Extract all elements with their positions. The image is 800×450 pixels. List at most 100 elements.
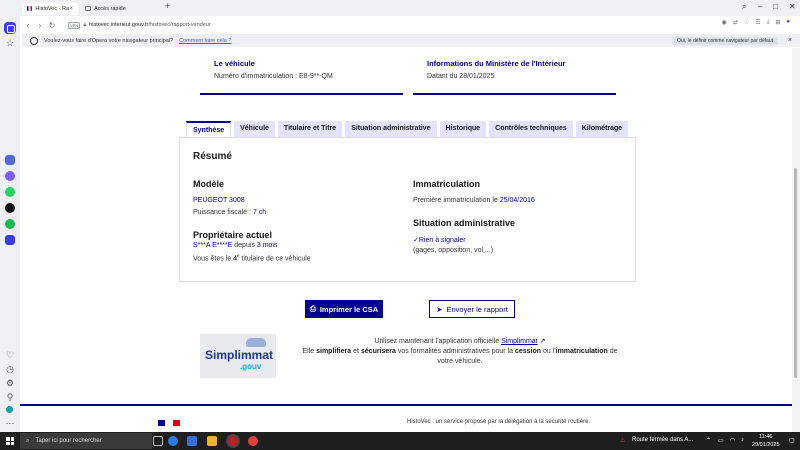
settings-icon[interactable]: ⚙ <box>5 378 15 388</box>
tab-label: HistoVec - Rapport vendeur <box>35 5 70 12</box>
weather-widget[interactable]: Route fermée dans A... <box>632 437 693 443</box>
clock[interactable]: 11:46 29/01/2025 <box>752 433 780 449</box>
simplimmat-logo: Simplimmat .gouv <box>200 334 276 378</box>
taskbar-search[interactable]: ⌕ Taper ici pour rechercher <box>20 433 152 449</box>
infobar-help-link[interactable]: Comment faire cela ? <box>179 38 231 44</box>
explorer-alt-icon[interactable] <box>187 436 197 446</box>
default-browser-infobar: Voulez-vous faire d'Opera votre navigate… <box>22 34 800 47</box>
ministry-date: Datant du 28/01/2025 <box>427 73 495 80</box>
owner-line: S***A E****E depuis 3 mois <box>193 242 277 249</box>
close-tab-icon[interactable]: × <box>69 6 73 12</box>
tab-historique[interactable]: Historique <box>439 121 487 137</box>
immat-date: 25/04/2016 <box>499 197 535 204</box>
grid-favicon-icon <box>85 6 91 11</box>
workspace-icon[interactable] <box>5 235 15 245</box>
forward-icon[interactable]: › <box>34 21 46 30</box>
owner-rank-sup: e <box>237 253 240 258</box>
task-view-icon[interactable] <box>153 436 163 446</box>
opera-sidebar: O ☆ ♡ ◷ ⚙ ⚲ ⋯ <box>0 0 20 432</box>
spotify-icon[interactable] <box>5 219 15 229</box>
edge-icon[interactable] <box>168 436 178 446</box>
promo-text: ou l' <box>543 348 556 355</box>
history-icon[interactable]: ◷ <box>5 364 15 374</box>
owner-since-value: 3 mois <box>256 242 278 249</box>
infobar-message: Voulez-vous faire d'Opera votre navigate… <box>44 37 174 44</box>
opera-taskbar-icon[interactable] <box>228 436 238 446</box>
extensions-icon[interactable]: ⊞ <box>775 19 780 26</box>
promo-bold: sécurisera <box>360 348 396 355</box>
external-link-icon: ↗ <box>539 338 546 345</box>
new-tab-icon[interactable]: + <box>165 1 170 11</box>
tab-synthese[interactable]: Synthèse <box>186 121 232 137</box>
print-csa-button[interactable]: ⎙ Imprimer le CSA <box>305 300 383 318</box>
volume-icon[interactable]: ♪ <box>741 437 744 443</box>
first-registration: Première immatriculation le 25/04/2016 <box>413 197 535 204</box>
translate-icon[interactable]: ⇄ <box>733 19 738 26</box>
back-icon[interactable]: ‹ <box>22 21 34 30</box>
simplimmat-link[interactable]: Simplimmat <box>501 338 538 345</box>
address-bar: ‹ › ↻ VPN 🔒︎ histovec.interieur.gouv.fr … <box>22 17 800 33</box>
tab-histovec[interactable]: HistoVec - Rapport vendeur × <box>22 2 78 15</box>
reload-icon[interactable]: ↻ <box>46 21 58 30</box>
page-scrollbar[interactable] <box>792 48 800 432</box>
tab-vehicule[interactable]: Véhicule <box>234 121 275 137</box>
close-infobar-icon[interactable]: × <box>788 37 792 44</box>
easy-setup-icon[interactable]: ☰ <box>755 19 760 26</box>
print-label: Imprimer le CSA <box>319 304 379 314</box>
camera-icon[interactable]: ◉ <box>722 19 727 26</box>
owner-heading: Propriétaire actuel <box>193 230 273 240</box>
set-default-button[interactable]: Oui, le définir comme navigateur par déf… <box>672 36 778 45</box>
notifications-icon[interactable]: ▢ <box>789 437 795 444</box>
lock-icon[interactable]: 🔒︎ <box>83 22 86 29</box>
bookmark-page-icon[interactable]: ♡ <box>744 19 749 26</box>
tab-controles-techniques[interactable]: Contrôles techniques <box>489 121 573 137</box>
fiscal-power: Puissance fiscale : 7 ch <box>193 209 266 216</box>
chrome-icon[interactable] <box>248 436 258 446</box>
promo-bold: cession <box>514 348 542 355</box>
pin-icon[interactable]: ⚲ <box>5 392 15 402</box>
footer-text: HistoVec : un service proposé par la dél… <box>407 419 591 425</box>
logo-suffix: .gouv <box>240 362 262 371</box>
bookmark-icon[interactable]: ☆ <box>5 38 15 48</box>
flag-favicon-icon <box>27 6 33 11</box>
profile-icon[interactable]: ● <box>786 19 790 26</box>
search-placeholder: Taper ici pour rechercher <box>35 438 102 444</box>
network-icon[interactable]: ▭ <box>718 437 724 444</box>
tiktok-icon[interactable] <box>5 203 15 213</box>
admin-heading: Situation administrative <box>413 218 516 228</box>
minimize-icon[interactable]: – <box>758 2 762 11</box>
maximize-icon[interactable]: □ <box>773 2 778 11</box>
aria-icon[interactable] <box>5 155 15 165</box>
whatsapp-icon[interactable] <box>5 187 15 197</box>
promo-text: et <box>353 348 359 355</box>
more-icon[interactable]: ⋯ <box>5 418 15 428</box>
footer-divider <box>20 404 792 406</box>
close-window-icon[interactable]: ✕ <box>789 2 796 11</box>
clock-date: 29/01/2025 <box>752 442 780 448</box>
scrollbar-thumb[interactable] <box>794 168 797 378</box>
heart-icon[interactable]: ♡ <box>5 350 15 360</box>
file-explorer-icon[interactable] <box>207 436 217 446</box>
tray-chevron-icon[interactable]: ⌃ <box>706 437 711 444</box>
url-field[interactable]: VPN 🔒︎ histovec.interieur.gouv.fr /histo… <box>68 19 800 31</box>
vpn-badge[interactable]: VPN <box>68 21 81 29</box>
search-tabs-icon[interactable]: ⌕ <box>742 2 746 12</box>
tab-label: Accès rapide <box>94 5 126 12</box>
windows-taskbar: ⌕ Taper ici pour rechercher ⚠ Route ferm… <box>0 432 800 450</box>
traffic-warning-icon[interactable]: ⚠ <box>620 437 625 444</box>
promo-line-3: votre véhicule. <box>437 358 483 365</box>
speed-dial-icon[interactable] <box>4 22 16 34</box>
send-report-button[interactable]: ➤ Envoyer le rapport <box>429 300 515 318</box>
tab-titulaire[interactable]: Titulaire et Titre <box>277 121 343 137</box>
wifi-icon[interactable]: ◠ <box>730 437 735 444</box>
vpn-status-icon[interactable] <box>6 406 13 413</box>
download-icon[interactable]: ⤓ <box>767 19 770 26</box>
promo-line-2: Elle simplifiera et sécurisera vos forma… <box>290 347 630 357</box>
promo-text: vos formalités administratives pour la <box>397 348 514 355</box>
windows-start-icon[interactable] <box>6 437 14 445</box>
tab-kilometrage[interactable]: Kilométrage <box>575 121 629 137</box>
tab-quick-access[interactable]: Accès rapide <box>80 2 160 15</box>
tab-situation-administrative[interactable]: Situation administrative <box>345 121 437 137</box>
messenger-icon[interactable] <box>5 171 15 181</box>
summary-panel: Résumé Modèle PEUGEOT 3008 Puissance fis… <box>179 137 636 282</box>
